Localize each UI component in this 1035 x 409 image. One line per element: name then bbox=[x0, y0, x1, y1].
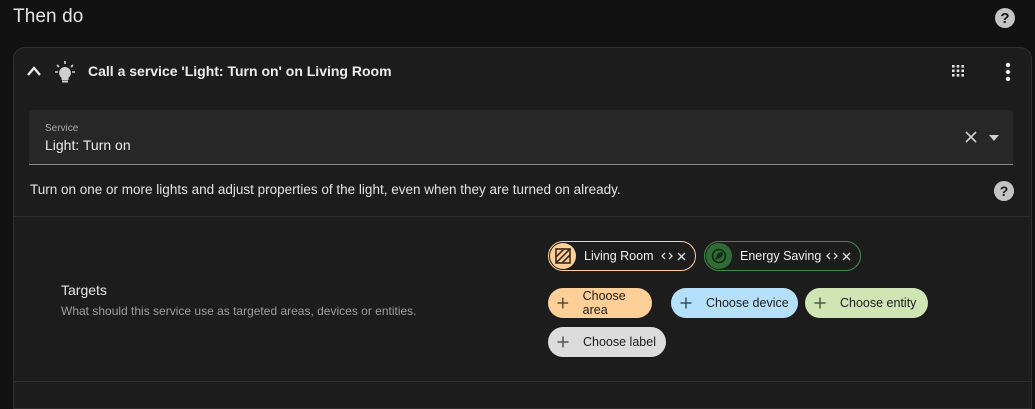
drag-handle-icon[interactable] bbox=[951, 64, 965, 80]
choose-entity-button[interactable]: Choose entity bbox=[805, 288, 928, 318]
targets-title: Targets bbox=[61, 282, 107, 298]
service-description: Turn on one or more lights and adjust pr… bbox=[30, 182, 621, 197]
remove-icon[interactable] bbox=[677, 252, 686, 261]
more-options-icon[interactable] bbox=[1005, 62, 1011, 82]
choose-device-label: Choose device bbox=[706, 296, 789, 310]
divider bbox=[14, 381, 1031, 382]
action-card: Call a service 'Light: Turn on' on Livin… bbox=[13, 47, 1032, 409]
choose-area-button[interactable]: Choose area bbox=[548, 288, 652, 318]
clear-icon[interactable] bbox=[965, 131, 977, 143]
targets-subtitle: What should this service use as targeted… bbox=[61, 304, 417, 318]
plus-icon bbox=[557, 336, 569, 348]
expand-icon[interactable] bbox=[661, 252, 673, 260]
dropdown-arrow-icon[interactable] bbox=[989, 135, 999, 141]
choose-device-button[interactable]: Choose device bbox=[671, 288, 798, 318]
target-chip-entity[interactable]: Energy Saving bbox=[704, 241, 861, 271]
choose-label-label: Choose label bbox=[583, 335, 656, 349]
description-help-icon[interactable]: ? bbox=[994, 181, 1014, 201]
choose-entity-label: Choose entity bbox=[840, 296, 917, 310]
plus-icon bbox=[557, 297, 569, 309]
divider bbox=[14, 216, 1031, 217]
remove-icon[interactable] bbox=[842, 252, 851, 261]
plus-icon bbox=[814, 297, 826, 309]
choose-area-label: Choose area bbox=[582, 289, 626, 317]
action-card-header[interactable]: Call a service 'Light: Turn on' on Livin… bbox=[14, 48, 1031, 96]
service-label: Service bbox=[45, 123, 79, 134]
target-chip-label: Energy Saving bbox=[740, 249, 822, 263]
help-icon[interactable]: ? bbox=[995, 8, 1015, 28]
service-value[interactable]: Light: Turn on bbox=[45, 137, 131, 153]
chevron-up-icon[interactable] bbox=[26, 65, 42, 77]
section-title: Then do bbox=[13, 6, 84, 27]
target-chip-area[interactable]: Living Room bbox=[548, 241, 696, 271]
expand-icon[interactable] bbox=[826, 252, 838, 260]
choose-label-button[interactable]: Choose label bbox=[548, 327, 666, 357]
plus-icon bbox=[680, 297, 692, 309]
service-field[interactable]: Service Light: Turn on bbox=[29, 110, 1013, 165]
leaf-icon bbox=[706, 243, 732, 269]
target-chip-label: Living Room bbox=[584, 249, 654, 263]
lightbulb-icon bbox=[55, 61, 75, 83]
area-texture-icon bbox=[550, 243, 576, 269]
action-title: Call a service 'Light: Turn on' on Livin… bbox=[88, 63, 392, 79]
